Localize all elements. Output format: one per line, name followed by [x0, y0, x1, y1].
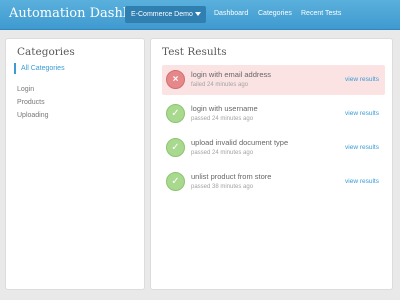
test-result-row: ✓ unlist product from store passed 38 mi… — [162, 167, 385, 197]
checkmark-icon: ✓ — [166, 172, 185, 191]
test-results-panel: Test Results × login with email address … — [150, 38, 393, 290]
test-name: upload invalid document type — [191, 138, 289, 147]
categories-title: Categories — [17, 46, 75, 58]
close-icon: × — [166, 70, 185, 89]
test-name: login with email address — [191, 70, 272, 79]
test-results-title: Test Results — [162, 46, 227, 58]
top-navbar: Automation Dashboard E-Commerce Demo Das… — [0, 0, 400, 30]
view-results-link[interactable]: view results — [345, 178, 379, 185]
project-select-value: E-Commerce Demo — [131, 11, 193, 18]
test-status: passed 24 minutes ago — [191, 150, 254, 156]
view-results-link[interactable]: view results — [345, 110, 379, 117]
project-select[interactable]: E-Commerce Demo — [125, 6, 206, 23]
test-status: failed 24 minutes ago — [191, 82, 249, 88]
chevron-down-icon — [195, 12, 201, 16]
nav-dashboard[interactable]: Dashboard — [214, 10, 248, 17]
checkmark-icon: ✓ — [166, 138, 185, 157]
category-all[interactable]: All Categories — [14, 63, 65, 74]
view-results-link[interactable]: view results — [345, 144, 379, 151]
category-login[interactable]: Login — [17, 86, 34, 93]
categories-panel: Categories All Categories Login Products… — [5, 38, 145, 290]
test-result-row: ✓ login with username passed 24 minutes … — [162, 99, 385, 129]
test-status: passed 24 minutes ago — [191, 116, 254, 122]
test-name: login with username — [191, 104, 258, 113]
test-name: unlist product from store — [191, 172, 272, 181]
view-results-link[interactable]: view results — [345, 76, 379, 83]
test-result-row: × login with email address failed 24 min… — [162, 65, 385, 95]
checkmark-icon: ✓ — [166, 104, 185, 123]
nav-recent-tests[interactable]: Recent Tests — [301, 10, 341, 17]
nav-categories[interactable]: Categories — [258, 10, 292, 17]
category-products[interactable]: Products — [17, 99, 45, 106]
test-result-row: ✓ upload invalid document type passed 24… — [162, 133, 385, 163]
test-status: passed 38 minutes ago — [191, 184, 254, 190]
category-uploading[interactable]: Uploading — [17, 112, 49, 119]
